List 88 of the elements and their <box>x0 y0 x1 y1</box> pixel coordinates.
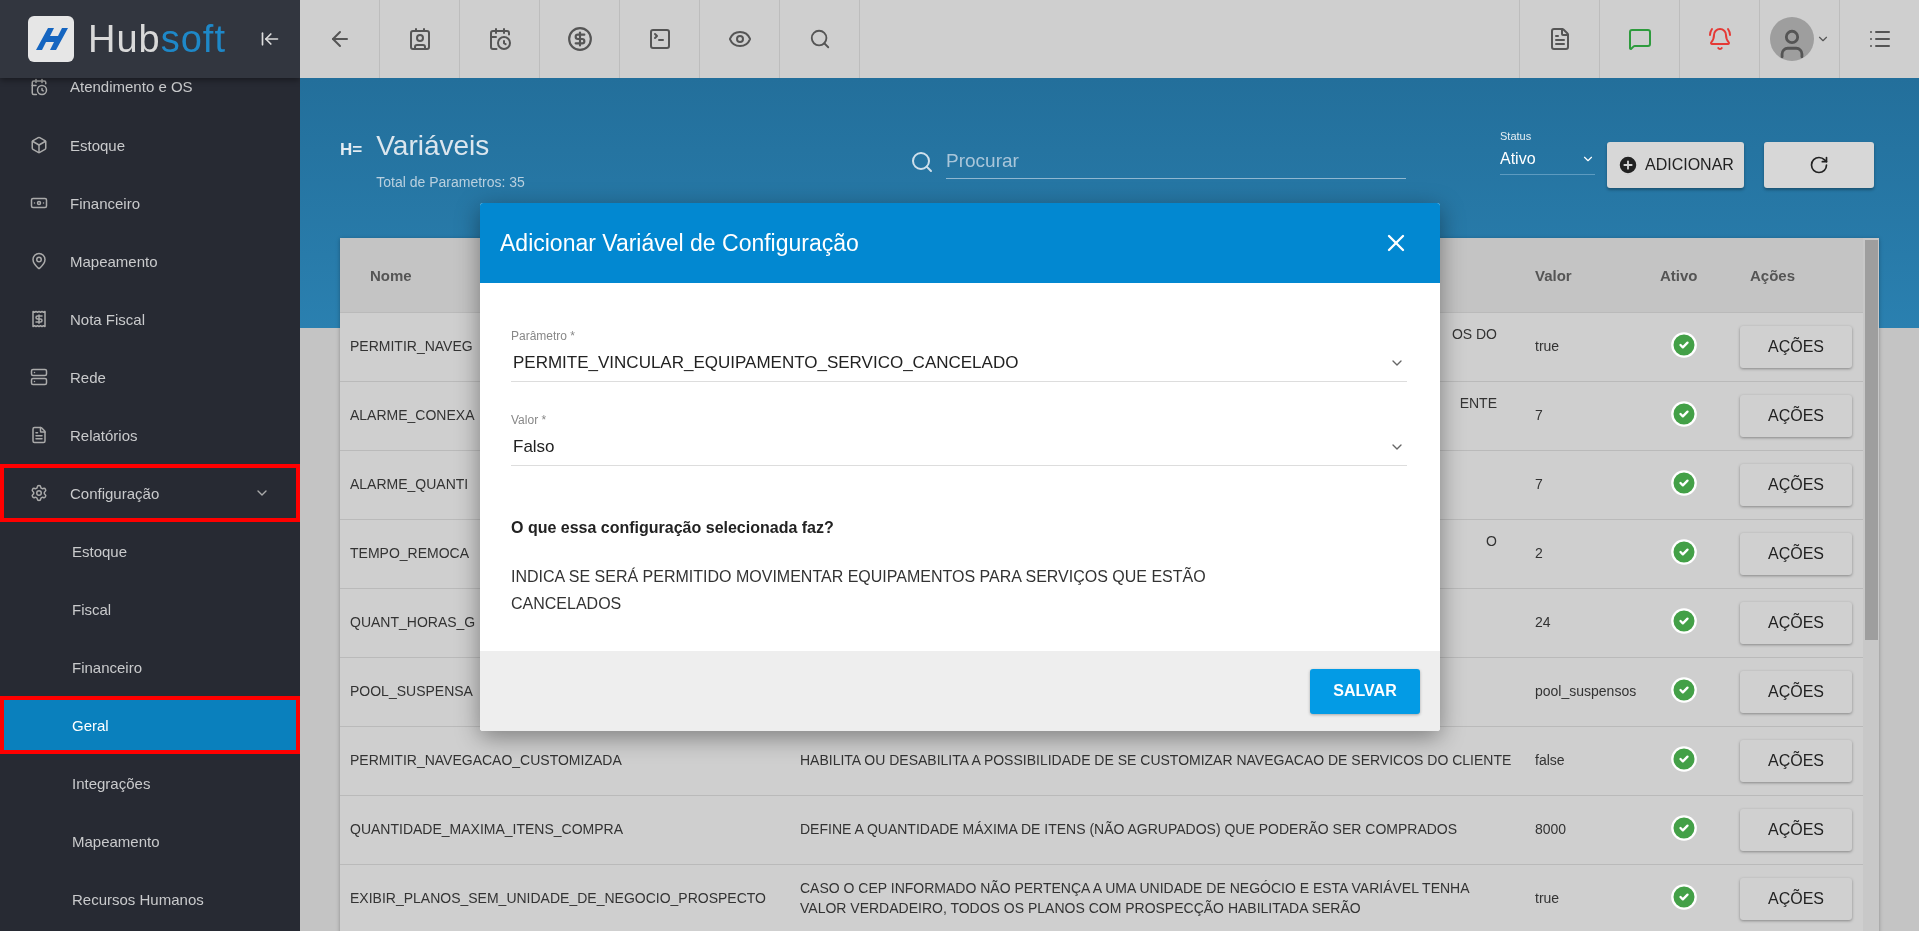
sidebar-item[interactable]: Financeiro <box>0 174 300 232</box>
terminal-icon[interactable] <box>647 27 672 51</box>
actions-button[interactable]: AÇÕES <box>1740 533 1852 575</box>
sidebar-subitem[interactable]: Estoque <box>0 522 300 580</box>
table-cell-text: PERMITIR_NAVEG <box>349 337 474 357</box>
table-cell-text: EXIBIR_PLANOS_SEM_UNIDADE_DE_NEGOCIO_PROSPECTO <box>349 889 767 909</box>
search-field[interactable]: Procurar <box>946 144 1406 179</box>
search-icon <box>910 149 934 174</box>
refresh-button[interactable] <box>1763 142 1874 188</box>
sidebar-subitem[interactable]: Recursos Humanos <box>0 870 300 928</box>
table-cell-text: TEMPO_REMOCA <box>349 544 470 564</box>
table-cell-text: OS DO <box>1450 325 1498 344</box>
variables-icon: H= <box>340 140 363 190</box>
sidebar-subitem[interactable]: Geral <box>0 696 300 754</box>
avatar[interactable] <box>1769 17 1814 61</box>
receipt-icon <box>30 310 48 328</box>
field-label: Valor * <box>511 413 548 427</box>
table-cell-text: ENTE <box>1458 394 1498 413</box>
map-pin-icon <box>30 252 48 270</box>
settings-icon <box>30 484 48 502</box>
table-cell-text: true <box>1534 337 1561 357</box>
table-cell-text: pool_suspensos <box>1534 682 1638 702</box>
sidebar-item[interactable]: Configuração <box>0 464 300 522</box>
table-cell-text: POOL_SUSPENSA <box>349 682 474 702</box>
sidebar-item[interactable]: Relatórios <box>0 406 300 464</box>
logo-icon <box>28 16 74 62</box>
sidebar-item[interactable]: Mapeamento <box>0 232 300 290</box>
search-icon[interactable] <box>808 28 831 50</box>
table-cell-text: 7 <box>1534 406 1544 426</box>
table-cell-text: CASO O CEP INFORMADO NÃO PERTENÇA A UMA UNIDADE DE NEGÓCIO E ESTA VARIÁVEL TENHA VALOR VERDADEIRO, TODOS OS PLANOS COM PROSPECÇÃO HABILITADA SERÃO <box>799 879 1471 918</box>
calendar-clock-icon <box>30 78 48 96</box>
table-cell-text: false <box>1534 751 1566 771</box>
sidebar-subitem[interactable]: Integrações <box>0 754 300 812</box>
actions-button[interactable]: AÇÕES <box>1740 464 1852 506</box>
sidebar-subitem[interactable]: Mapeamento <box>0 812 300 870</box>
server-icon <box>30 368 48 386</box>
table-cell-text: ALARME_QUANTI <box>349 475 470 495</box>
logo-text: Hubsoft <box>88 17 227 61</box>
table-cell-text: O <box>1485 532 1498 551</box>
field-label: Parâmetro * <box>511 329 577 343</box>
table-cell-text: DEFINE A QUANTIDADE MÁXIMA DE ITENS (NÃO AGRUPADOS) QUE PODERÃO SER COMPRADOS <box>799 820 1459 840</box>
question-heading: O que essa configuração selecionada faz? <box>511 519 835 537</box>
table-cell-text: HABILITA OU DESABILITA A POSSIBILIDADE DE SE CUSTOMIZAR NAVEGACAO DE SERVICOS DO CLIENTE <box>799 751 1513 771</box>
actions-button[interactable]: AÇÕES <box>1740 395 1852 437</box>
column-header: Ações <box>1749 266 1797 284</box>
table-cell-text: PERMITIR_NAVEGACAO_CUSTOMIZADA <box>349 751 623 771</box>
table-cell-text: true <box>1534 889 1561 909</box>
actions-button[interactable]: AÇÕES <box>1740 326 1852 368</box>
collapse-menu-icon[interactable] <box>260 29 280 49</box>
table-cell-text: 8000 <box>1534 820 1568 840</box>
sidebar-item[interactable]: Estoque <box>0 116 300 174</box>
table-cell-text: 7 <box>1534 475 1544 495</box>
table-cell-text: QUANTIDADE_MAXIMA_ITENS_COMPRA <box>349 820 625 840</box>
box-icon <box>30 136 48 154</box>
dollar-icon[interactable] <box>566 26 593 52</box>
select-field[interactable]: Falso <box>511 433 1407 466</box>
sidebar-item[interactable]: Nota Fiscal <box>0 290 300 348</box>
actions-button[interactable]: AÇÕES <box>1740 878 1852 920</box>
sidebar-item[interactable]: Atendimento e OS <box>0 78 300 116</box>
contact-card-icon[interactable] <box>407 27 432 51</box>
actions-button[interactable]: AÇÕES <box>1740 602 1852 644</box>
scrollbar[interactable] <box>1863 238 1879 931</box>
column-header: Ativo <box>1659 266 1699 284</box>
bell-icon[interactable] <box>1707 27 1732 51</box>
status-select[interactable]: Ativo <box>1500 150 1595 175</box>
column-header: Nome <box>369 266 413 284</box>
column-header: Valor <box>1534 266 1573 284</box>
table-cell-text: 24 <box>1534 613 1552 633</box>
dialog-title: Adicionar Variável de Configuração <box>500 229 859 257</box>
sidebar-subitem[interactable]: Financeiro <box>0 638 300 696</box>
table-cell-text: ALARME_CONEXA <box>349 406 476 426</box>
total-count: Total de Parametros: 35 <box>376 174 525 190</box>
actions-button[interactable]: AÇÕES <box>1740 671 1852 713</box>
actions-button[interactable]: AÇÕES <box>1740 740 1852 782</box>
description-text: INDICA SE SERÁ PERMITIDO MOVIMENTAR EQUIPAMENTOS PARA SERVIÇOS QUE ESTÃO CANCELADOS <box>511 566 1207 615</box>
plus-icon <box>1617 154 1639 176</box>
add-button[interactable]: ADICIONAR <box>1607 142 1744 188</box>
status-label: Status <box>1500 130 1533 142</box>
calendar-clock-icon[interactable] <box>487 27 512 51</box>
sidebar-item[interactable]: Rede <box>0 348 300 406</box>
document-icon <box>30 426 48 444</box>
refresh-icon <box>1808 155 1829 175</box>
table-cell-text: QUANT_HORAS_G <box>349 613 477 633</box>
table-cell-text: 2 <box>1534 544 1544 564</box>
actions-button[interactable]: AÇÕES <box>1740 809 1852 851</box>
page-title: Variáveis <box>376 130 491 162</box>
sidebar-subitem[interactable]: Fiscal <box>0 580 300 638</box>
select-field[interactable]: PERMITE_VINCULAR_EQUIPAMENTO_SERVICO_CANCELADO <box>511 349 1407 382</box>
